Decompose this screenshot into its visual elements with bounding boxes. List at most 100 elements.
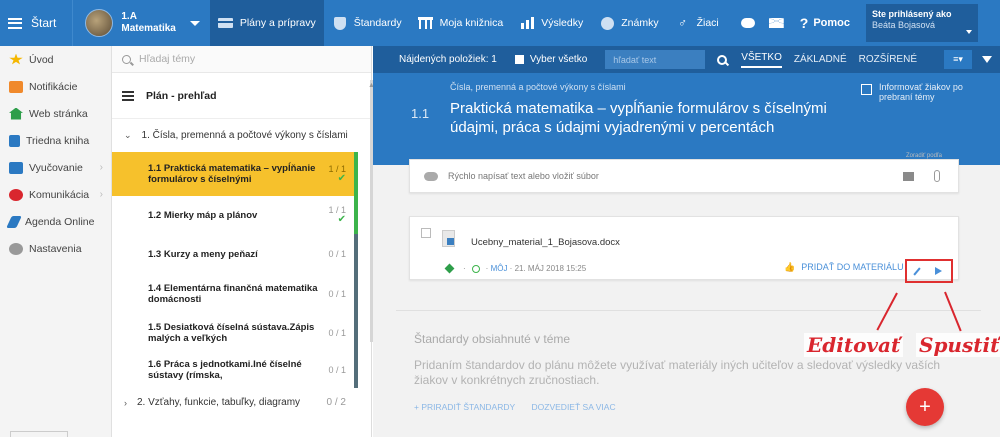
image-icon[interactable] xyxy=(903,172,914,181)
filter-icon[interactable] xyxy=(982,56,992,63)
chat-icon[interactable] xyxy=(740,18,755,28)
check-icon: ✔ xyxy=(337,173,346,184)
book-icon xyxy=(9,134,20,147)
progress-bar xyxy=(354,352,358,388)
nav-item-class-book[interactable]: Triedna kniha xyxy=(0,127,111,154)
progress-bar xyxy=(354,234,358,274)
select-all-checkbox[interactable] xyxy=(514,55,524,64)
students-icon: ♂ xyxy=(678,16,688,30)
nav-library[interactable]: Moja knižnica xyxy=(410,0,512,46)
assign-standards-link[interactable]: + PRIRADIŤ ŠTANDARDY xyxy=(414,402,515,412)
chapter-2[interactable]: › 2. Vzťahy, funkcie, tabuľky, diagramy … xyxy=(112,386,370,419)
chat-icon xyxy=(9,188,23,201)
sort-icon: ≡▾ xyxy=(953,54,963,64)
topic-chapter: Čísla, premenná a počtové výkony s čísla… xyxy=(450,82,626,92)
class-subject: Matematika xyxy=(121,23,176,34)
material-search-input[interactable]: hľadať text xyxy=(605,50,706,69)
check-icon: ✔ xyxy=(337,214,346,225)
quick-write-box[interactable]: Rýchlo napísať text alebo vložiť súbor xyxy=(409,159,959,193)
class-selector[interactable]: 1.A Matematika xyxy=(73,0,209,46)
globe-icon xyxy=(471,264,480,273)
top-bar: Štart 1.A Matematika Plány a prípravy Št… xyxy=(0,0,1000,46)
library-icon xyxy=(418,17,434,29)
learn-more-link[interactable]: DOZVEDIEŤ SA VIAC xyxy=(532,402,616,412)
topic-item-1-1[interactable]: 1.1 Praktická matematika – vypĺňanie for… xyxy=(112,152,358,196)
tag-icon[interactable] xyxy=(444,263,455,274)
progress-bar xyxy=(354,152,358,196)
standards-description: Pridaním štandardov do plánu môžete využ… xyxy=(414,358,941,387)
attachment-icon[interactable] xyxy=(934,170,940,182)
sort-button[interactable]: ≡▾ xyxy=(944,50,972,69)
highlighted-actions xyxy=(905,259,953,283)
user-menu[interactable]: Ste prihlásený ako Beáta Bojasová xyxy=(866,4,978,42)
chapter-1[interactable]: ⌄ 1. Čísla, premenná a počtové výkony s … xyxy=(112,119,371,152)
found-count: Nájdených položiek: 1 xyxy=(399,54,497,65)
nav-plans[interactable]: Plány a prípravy xyxy=(209,0,324,46)
owner-label: MÔJ xyxy=(490,264,508,273)
grades-icon xyxy=(599,16,615,30)
filter-bar: Nájdených položiek: 1 Vyber všetko hľada… xyxy=(373,46,1000,73)
nav-item-website[interactable]: Web stránka xyxy=(0,100,111,127)
start-menu-button[interactable]: Štart xyxy=(0,0,74,46)
tab-basic[interactable]: ZÁKLADNÉ xyxy=(794,54,847,65)
topic-item-1-3[interactable]: 1.3 Kurzy a meny peňazí 0 / 1 xyxy=(112,234,358,274)
nav-item-notifications[interactable]: Notifikácie xyxy=(0,73,111,100)
nav-footer-box xyxy=(10,431,68,437)
topic-count: 0 / 1 xyxy=(328,249,346,259)
edit-icon[interactable] xyxy=(913,266,921,276)
open-book-icon xyxy=(9,161,23,174)
tab-all[interactable]: VŠETKO xyxy=(741,52,782,68)
topic-count: 0 / 1 xyxy=(328,365,346,375)
play-icon[interactable] xyxy=(935,267,943,275)
search-icon[interactable] xyxy=(717,54,728,65)
tab-extended[interactable]: ROZŠÍRENÉ xyxy=(859,54,917,65)
topic-item-1-4[interactable]: 1.4 Elementárna finančná matematika domá… xyxy=(112,274,358,314)
help-button[interactable]: ? Pomoc xyxy=(800,15,850,31)
topic-item-1-2[interactable]: 1.2 Mierky máp a plánov 1 / 1 ✔ xyxy=(112,196,358,234)
material-checkbox[interactable] xyxy=(421,228,431,238)
material-meta: · · MÔJ · 21. MÁJ 2018 15:25 xyxy=(444,263,586,274)
chevron-right-icon: › xyxy=(99,189,103,200)
nav-item-intro[interactable]: Úvod xyxy=(0,46,111,73)
progress-bar xyxy=(354,274,358,314)
file-name[interactable]: Ucebny_material_1_Bojasova.docx xyxy=(471,237,620,248)
search-icon xyxy=(122,54,131,64)
progress-bar xyxy=(354,314,358,352)
home-icon xyxy=(9,107,23,120)
select-all-label[interactable]: Vyber všetko xyxy=(530,54,587,65)
add-fab-button[interactable]: + xyxy=(906,388,944,426)
bar-chart-icon xyxy=(519,17,535,29)
mail-icon[interactable] xyxy=(768,18,784,28)
inform-students-checkbox[interactable] xyxy=(861,84,872,95)
hamburger-icon xyxy=(8,17,22,29)
docx-file-icon xyxy=(442,230,455,247)
topic-count: 0 / 1 xyxy=(328,289,346,299)
nav-standards[interactable]: Štandardy xyxy=(324,0,410,46)
nav-grades[interactable]: Známky xyxy=(591,0,666,46)
topic-search-input[interactable]: Hľadaj témy xyxy=(112,46,371,73)
nav-item-communication[interactable]: Komunikácia › xyxy=(0,181,111,208)
topic-title: 1.3 Kurzy a meny peňazí xyxy=(148,248,258,260)
topics-panel: Hľadaj témy Plán - prehľad ⌄ 1. Čísla, p… xyxy=(112,46,375,437)
nav-item-settings[interactable]: Nastavenia xyxy=(0,235,111,262)
add-to-material-button[interactable]: 👍 PRIDAŤ DO MATERIÁLU xyxy=(784,262,904,273)
topic-title: Praktická matematika – vypĺňanie formulá… xyxy=(450,100,827,136)
star-icon xyxy=(9,53,23,65)
progress-bar xyxy=(354,196,358,234)
chapter-count: 0 / 2 xyxy=(326,397,346,408)
nav-students[interactable]: ♂ Žiaci xyxy=(667,0,727,46)
topic-item-1-6[interactable]: 1.6 Práca s jednotkami.Iné číselné sústa… xyxy=(112,352,358,388)
nav-results[interactable]: Výsledky xyxy=(511,0,591,46)
chevron-right-icon: › xyxy=(124,397,127,408)
main-content: Nájdených položiek: 1 Vyber všetko hľada… xyxy=(373,46,1000,437)
topic-count: 0 / 1 xyxy=(328,328,346,338)
inform-students-label[interactable]: Informovať žiakov po prebraní témy xyxy=(879,82,989,102)
topic-item-1-5[interactable]: 1.5 Desiatková číselná sústava.Zápis mal… xyxy=(112,314,358,352)
nav-item-agenda[interactable]: Agenda Online xyxy=(0,208,111,235)
quick-write-label: Rýchlo napísať text alebo vložiť súbor xyxy=(448,171,599,181)
annotation-run: Spustiť xyxy=(916,333,1000,357)
chapter-label: 2. Vzťahy, funkcie, tabuľky, diagramy xyxy=(137,397,301,408)
plan-overview-header[interactable]: Plán - prehľad xyxy=(112,73,371,119)
nav-item-teaching[interactable]: Vyučovanie › xyxy=(0,154,111,181)
user-status: Ste prihlásený ako xyxy=(872,9,952,19)
